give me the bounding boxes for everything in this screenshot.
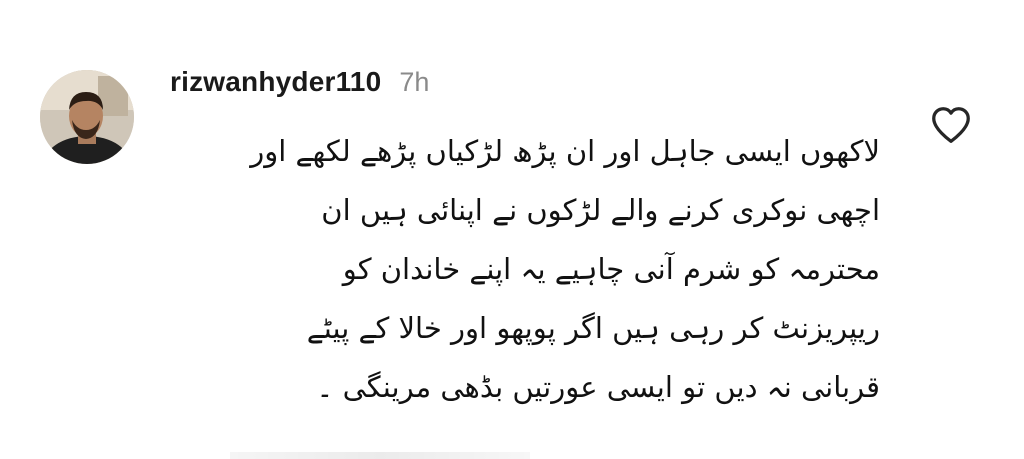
- comment-line: لاکھوں ایسی جاہل اور ان پڑھ لڑکیاں پڑھے …: [250, 134, 880, 168]
- comment-header: rizwanhyder110 7h: [170, 66, 429, 106]
- comment-line: محترمہ کو شرم آنی چاہیے یہ اپنے خاندان ک…: [342, 252, 880, 286]
- like-button[interactable]: [928, 102, 974, 148]
- comment-text: لاکھوں ایسی جاہل اور ان پڑھ لڑکیاں پڑھے …: [200, 122, 880, 417]
- timestamp: 7h: [399, 67, 430, 97]
- username-link[interactable]: rizwanhyder110: [170, 66, 381, 98]
- comment-line: قربانی نہ دیں تو ایسی عورتیں بڈھی مرینگی…: [316, 370, 880, 404]
- avatar[interactable]: [40, 70, 134, 164]
- heart-outline-icon: [932, 107, 970, 143]
- comment-line: ریپریزنٹ کر رہی ہیں اگر پوپھو اور خالا ک…: [306, 311, 880, 345]
- next-content-edge: [230, 452, 530, 459]
- comment-line: اچھی نوکری کرنے والے لڑکوں نے اپنائی ہیں…: [321, 193, 880, 227]
- user-avatar-photo: [40, 70, 134, 164]
